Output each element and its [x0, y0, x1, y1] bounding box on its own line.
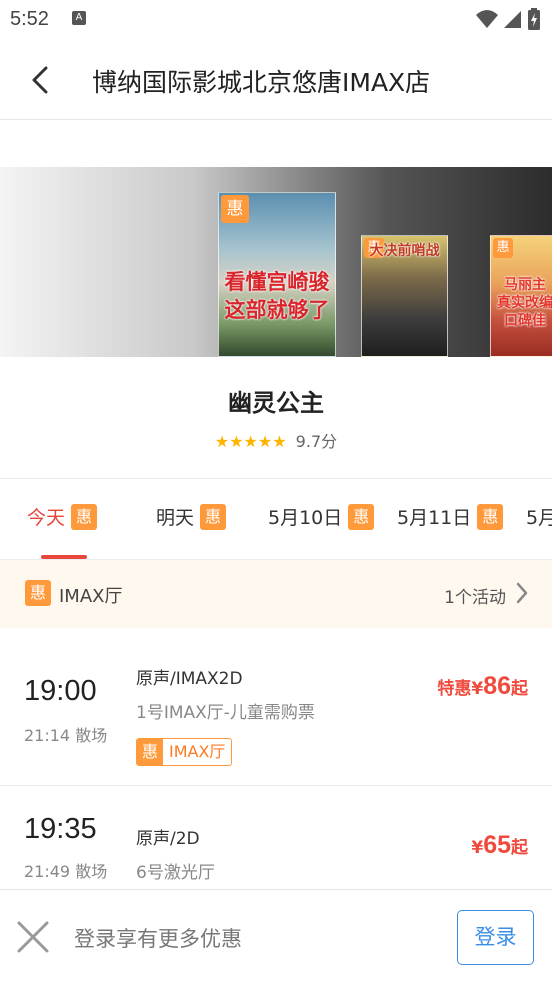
- price-value: 86: [483, 672, 511, 700]
- promo-tag: 惠: [137, 739, 163, 765]
- showtime-end: 21:14 散场: [24, 726, 108, 745]
- poster-caption: 大决前哨战: [369, 243, 440, 259]
- hall-label: IMAX厅: [59, 586, 123, 607]
- badge-text: IMAX厅: [169, 742, 226, 761]
- tab-today[interactable]: 今天 惠: [27, 503, 98, 530]
- status-icons: [476, 8, 540, 30]
- rating-row: ★★★★★ 9.7分: [0, 428, 552, 452]
- promo-tag: 惠: [71, 503, 98, 530]
- poster-caption: 看懂宫崎骏 这部就够了: [219, 268, 335, 324]
- price-suffix: 起: [511, 679, 528, 699]
- promo-tag: 惠: [25, 580, 51, 606]
- promo-tag: 惠: [200, 503, 227, 530]
- showtime-start: 19:00: [24, 675, 97, 707]
- movie-banner[interactable]: 惠 看懂宫崎骏 这部就够了 惠 大决前哨战 惠 马丽主 真实改编 口碑佳: [0, 167, 552, 357]
- tab-may-11[interactable]: 5月11日 惠: [397, 503, 504, 530]
- poster-item[interactable]: 惠 马丽主 真实改编 口碑佳: [490, 235, 552, 357]
- login-tip: 登录享有更多优惠: [74, 927, 242, 951]
- promo-tag: 惠: [348, 503, 375, 530]
- active-tab-indicator: [41, 555, 87, 559]
- promo-tag: 惠: [477, 503, 504, 530]
- close-button[interactable]: [14, 918, 52, 956]
- price-prefix: ¥: [471, 838, 484, 858]
- showtime-price: ¥65起: [471, 831, 528, 860]
- tab-may-10[interactable]: 5月10日 惠: [268, 503, 375, 530]
- wifi-icon: [476, 10, 498, 28]
- showtime-row[interactable]: 19:00 21:14 散场 原声/IMAX2D 1号IMAX厅-儿童需购票 特…: [0, 628, 552, 786]
- hall-promo-badge: 惠 IMAX厅: [136, 738, 233, 766]
- tab-tomorrow[interactable]: 明天 惠: [156, 503, 227, 530]
- date-tabs: 今天 惠 明天 惠 5月10日 惠 5月11日 惠 5月: [0, 478, 552, 560]
- status-bar: 5:52 A: [0, 0, 552, 38]
- movie-title: 幽灵公主: [228, 389, 324, 417]
- poster-caption: 马丽主 真实改编 口碑佳: [491, 276, 552, 330]
- showtime-hall: 6号激光厅: [136, 863, 215, 883]
- showtime-language: 原声/IMAX2D: [136, 669, 243, 689]
- price-suffix: 起: [511, 838, 528, 858]
- login-button[interactable]: 登录: [457, 910, 534, 965]
- poster-caption-line: 马丽主: [504, 277, 546, 293]
- showtime-row[interactable]: 19:35 21:49 散场 原声/2D 6号激光厅 ¥65起: [0, 786, 552, 890]
- tab-may-next[interactable]: 5月: [526, 503, 552, 530]
- showtime-hall: 1号IMAX厅-儿童需购票: [136, 703, 315, 723]
- price-prefix: 特惠¥: [437, 679, 484, 699]
- showtime-end: 21:49 散场: [24, 862, 108, 881]
- poster-caption-line: 这部就够了: [224, 298, 330, 322]
- showtime-language: 原声/2D: [136, 829, 200, 849]
- back-button[interactable]: [22, 60, 58, 100]
- tab-label: 今天: [27, 507, 66, 529]
- promo-tag: 惠: [221, 195, 249, 223]
- showtime-price: 特惠¥86起: [437, 672, 528, 701]
- chevron-right-icon: [516, 582, 528, 604]
- tab-label: 明天: [156, 507, 195, 529]
- tab-label: 5月10日: [268, 507, 343, 529]
- signal-icon: [504, 11, 521, 28]
- poster-caption-line: 真实改编: [497, 295, 552, 311]
- tab-label: 5月: [526, 507, 552, 529]
- battery-icon: [528, 8, 540, 30]
- hall-activity-bar[interactable]: 惠 IMAX厅 1个活动: [0, 560, 552, 628]
- showtime-start: 19:35: [24, 813, 97, 845]
- status-time: 5:52: [10, 8, 49, 30]
- movie-score: 9.7分: [295, 432, 338, 451]
- close-icon: [17, 921, 49, 953]
- star-rating-icon: ★★★★★: [214, 432, 287, 451]
- promo-tag: 惠: [493, 238, 513, 258]
- tab-label: 5月11日: [397, 507, 472, 529]
- poster-selected[interactable]: 惠 看懂宫崎骏 这部就够了: [218, 192, 336, 357]
- chevron-left-icon: [32, 66, 48, 94]
- price-value: 65: [483, 831, 511, 859]
- poster-item[interactable]: 惠 大决前哨战: [361, 235, 448, 357]
- login-prompt-bar: 登录享有更多优惠 登录: [0, 889, 552, 983]
- poster-caption-line: 看懂宫崎骏: [224, 270, 330, 294]
- poster-caption-line: 口碑佳: [504, 313, 546, 329]
- header: 博纳国际影城北京悠唐IMAX店: [0, 38, 552, 120]
- page-title: 博纳国际影城北京悠唐IMAX店: [92, 68, 431, 97]
- notification-icon: A: [72, 11, 86, 25]
- activity-count[interactable]: 1个活动: [444, 583, 506, 608]
